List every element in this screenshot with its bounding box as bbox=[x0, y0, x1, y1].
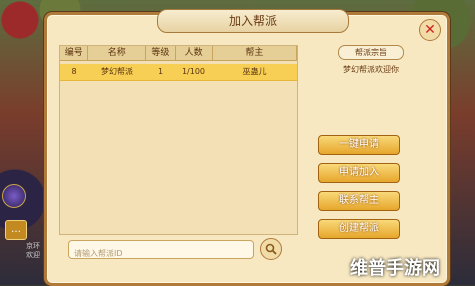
cell-name: 梦幻帮派 bbox=[101, 67, 133, 76]
declaration-label: 帮派宗旨 bbox=[338, 45, 404, 60]
search-icon[interactable] bbox=[260, 238, 282, 260]
header-level: 等级 bbox=[146, 46, 176, 60]
guild-info: 帮派宗旨 梦幻帮派欢迎你 bbox=[307, 45, 435, 75]
contact-leader-button[interactable]: 联系帮主 bbox=[318, 191, 400, 211]
chat-icon[interactable]: … bbox=[5, 220, 27, 240]
table-header: 编号 名称 等级 人数 帮主 bbox=[60, 46, 297, 61]
create-guild-button[interactable]: 创建帮派 bbox=[318, 219, 400, 239]
hud-line-2: 欢迎 bbox=[26, 251, 40, 259]
header-leader: 帮主 bbox=[213, 46, 297, 60]
dialog-title: 加入帮派 bbox=[157, 9, 349, 33]
close-icon[interactable]: ✕ bbox=[419, 19, 441, 41]
table-row[interactable]: 8 梦幻帮派 1 1/100 巫蛊儿 bbox=[60, 64, 297, 81]
header-name: 名称 bbox=[88, 46, 147, 60]
left-hud: … 京环 欢迎 bbox=[0, 170, 40, 285]
cell-id: 8 bbox=[71, 67, 77, 76]
header-id: 编号 bbox=[60, 46, 89, 60]
one-click-apply-button[interactable]: 一键申请 bbox=[318, 135, 400, 155]
header-members: 人数 bbox=[176, 46, 213, 60]
declaration-text: 梦幻帮派欢迎你 bbox=[343, 65, 399, 74]
cell-level: 1 bbox=[157, 67, 164, 76]
cell-members: 1/100 bbox=[181, 67, 206, 76]
guild-table: 编号 名称 等级 人数 帮主 8 梦幻帮派 1 1/100 巫蛊儿 bbox=[59, 45, 298, 235]
hud-text: 京环 欢迎 bbox=[26, 242, 40, 260]
search-input[interactable] bbox=[69, 245, 254, 262]
watermark: 维普手游网 bbox=[350, 258, 440, 279]
apply-join-button[interactable]: 申请加入 bbox=[318, 163, 400, 183]
cell-leader: 巫蛊儿 bbox=[242, 67, 267, 76]
hud-line-1: 京环 bbox=[26, 242, 40, 250]
guild-id-search[interactable] bbox=[68, 240, 254, 262]
skill-orb-icon[interactable] bbox=[2, 184, 26, 208]
